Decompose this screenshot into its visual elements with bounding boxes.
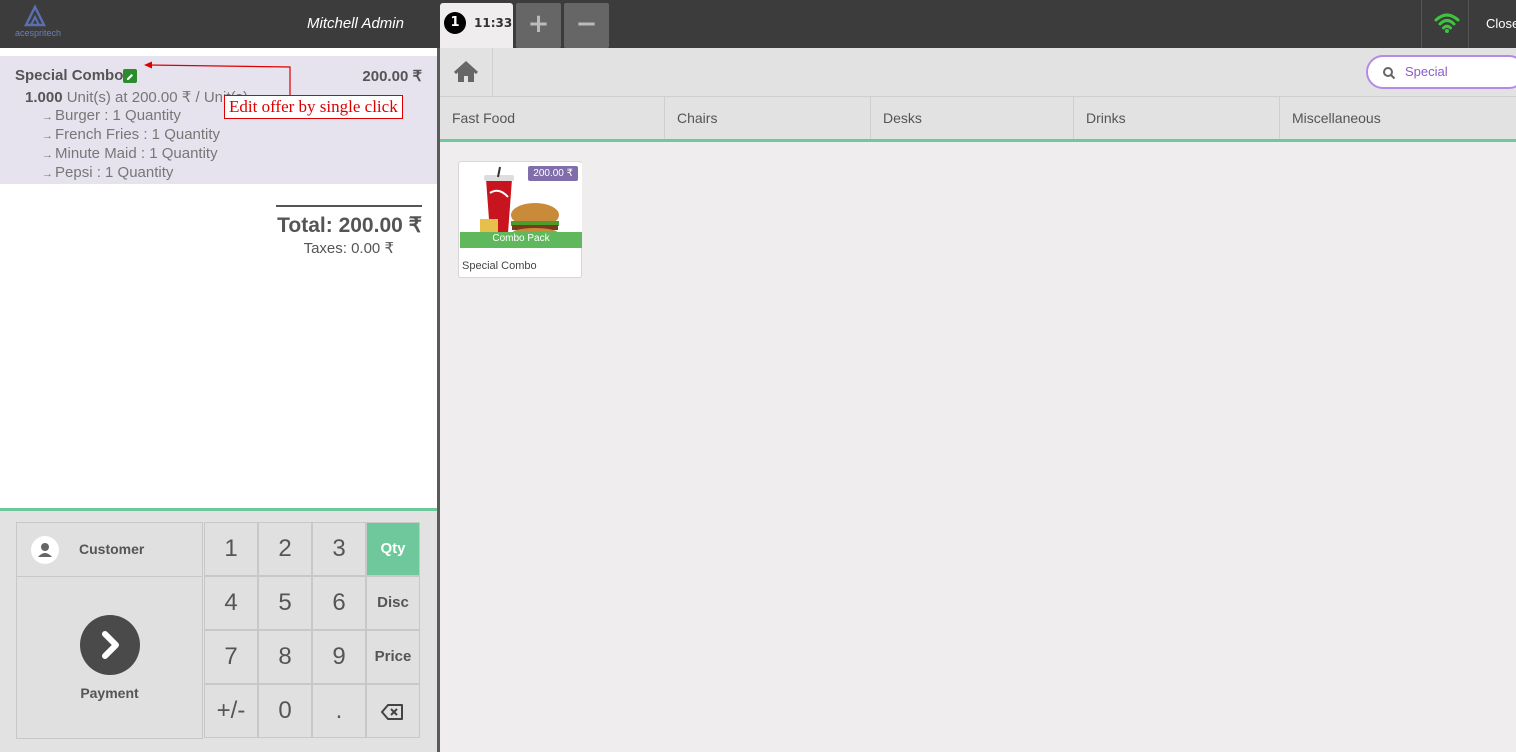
product-toolbar: Special [440,48,1516,97]
combo-item-label: Burger : 1 Quantity [55,107,181,124]
edit-combo-icon[interactable] [123,69,137,83]
category-chairs[interactable]: Chairs [665,97,871,139]
pos-header: acespritech Mitchell Admin 1 11:33 + − C… [0,0,1516,48]
payment-button[interactable]: Payment [16,576,203,739]
mode-price-button[interactable]: Price [366,630,420,684]
chevron-right-icon [80,615,140,675]
backspace-button[interactable] [366,684,420,738]
order-time: 11:33 [474,16,513,30]
user-icon [31,536,59,564]
product-screen: Special Fast Food Chairs Desks Drinks Mi… [440,48,1516,752]
numpad-key-7[interactable]: 7 [204,630,258,684]
order-taxes: Taxes: 0.00 ₹ [303,240,394,257]
product-image: 200.00 ₹ Combo Pack [460,163,582,248]
numpad-key-5[interactable]: 5 [258,576,312,630]
numpad-key-3[interactable]: 3 [312,522,366,576]
numpad-key-9[interactable]: 9 [312,630,366,684]
customer-button[interactable]: Customer [16,522,203,577]
orderline-qty: 1.000 [25,89,63,106]
product-banner-text: Combo Pack [492,233,550,244]
control-pane: Customer Payment 1 2 3 Qty 4 5 6 Disc 7 … [0,508,437,752]
numpad-key-8[interactable]: 8 [258,630,312,684]
annotation-callout: Edit offer by single click [224,95,403,119]
home-category-button[interactable] [440,48,493,96]
wifi-icon [1434,13,1460,33]
annotation-arrow [144,61,291,96]
numpad-key-1[interactable]: 1 [204,522,258,576]
home-icon [453,60,479,82]
orderline-product-name: Special Combo [15,67,124,84]
search-box[interactable]: Special [1366,55,1516,89]
numpad-key-sign[interactable]: +/- [204,684,258,738]
order-number-badge: 1 [444,12,466,34]
orderline-price: 200.00 ₹ [362,68,422,85]
combo-item: → Minute Maid : 1 Quantity [42,145,218,162]
combo-item: → Pepsi : 1 Quantity [42,164,174,181]
order-total: Total: 200.00 ₹ [277,214,422,237]
mode-disc-button[interactable]: Disc [366,576,420,630]
product-card[interactable]: 200.00 ₹ Combo Pack Special Combo [458,161,582,278]
numpad-key-2[interactable]: 2 [258,522,312,576]
numpad: 1 2 3 Qty 4 5 6 Disc 7 8 9 Price +/- 0 . [204,522,421,739]
category-miscellaneous[interactable]: Miscellaneous [1280,97,1516,139]
logo-text: acespritech [15,28,62,38]
category-desks[interactable]: Desks [871,97,1074,139]
total-divider [276,205,422,207]
backspace-icon [381,704,403,720]
customer-label: Customer [79,541,145,557]
combo-item: → Burger : 1 Quantity [42,107,181,124]
remove-order-button[interactable]: − [564,3,609,48]
combo-item: → French Fries : 1 Quantity [42,126,221,143]
search-icon [1383,67,1396,80]
numpad-key-4[interactable]: 4 [204,576,258,630]
product-price-tag: 200.00 ₹ [528,166,578,181]
user-name[interactable]: Mitchell Admin [307,15,404,32]
search-input[interactable]: Special [1405,64,1448,79]
category-drinks[interactable]: Drinks [1074,97,1280,139]
numpad-key-6[interactable]: 6 [312,576,366,630]
combo-item-label: Minute Maid : 1 Quantity [55,145,218,162]
combo-item-label: Pepsi : 1 Quantity [55,164,174,181]
category-bar: Fast Food Chairs Desks Drinks Miscellane… [440,97,1516,142]
order-tab[interactable]: 1 11:33 [440,3,513,48]
company-logo: acespritech [6,3,66,43]
connection-status[interactable] [1421,0,1469,48]
product-name: Special Combo [462,260,537,272]
numpad-key-0[interactable]: 0 [258,684,312,738]
close-button[interactable]: Close [1486,16,1516,31]
add-order-button[interactable]: + [516,3,561,48]
combo-item-label: French Fries : 1 Quantity [55,126,221,143]
numpad-key-dot[interactable]: . [312,684,366,738]
payment-label: Payment [80,685,139,701]
mode-qty-button[interactable]: Qty [366,522,420,576]
category-fast-food[interactable]: Fast Food [440,97,665,139]
